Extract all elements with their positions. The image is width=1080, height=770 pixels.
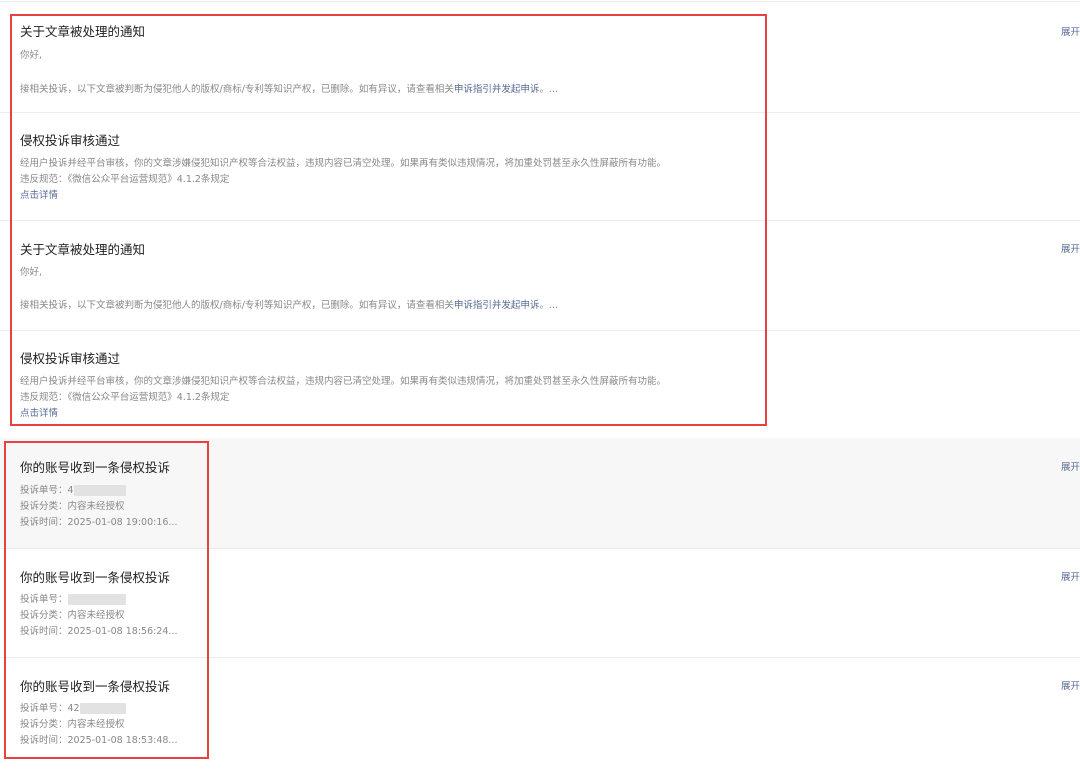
notice-body: 经用户投诉并经平台审核，你的文章涉嫌侵犯知识产权等合法权益，违规内容已清空处理。… (20, 376, 667, 387)
complaint-category-label: 投诉分类： (20, 719, 68, 730)
complaint-time: 投诉时间：2025-01-08 19:00:16... (20, 514, 177, 528)
redacted-block (73, 485, 126, 496)
complaint-number-label: 投诉单号： (20, 594, 68, 605)
complaint-title: 你的账号收到一条侵权投诉 (20, 570, 171, 585)
complaint-time-value: 2025-01-08 18:53:48... (67, 735, 178, 746)
redacted-block (67, 594, 126, 605)
details-link[interactable]: 点击详情 (20, 405, 58, 419)
complaint-title: 你的账号收到一条侵权投诉 (20, 460, 171, 475)
complaint-category: 投诉分类：内容未经授权 (20, 716, 125, 730)
complaint-category-value: 内容未经授权 (67, 610, 125, 621)
notice-body: 接相关投诉，以下文章被判断为侵犯他人的版权/商标/专利等知识产权，已删除。如有异… (20, 297, 558, 311)
notice-body-ellipsis: 。... (539, 84, 558, 95)
notice-body: 接相关投诉，以下文章被判断为侵犯他人的版权/商标/专利等知识产权，已删除。如有异… (20, 81, 558, 95)
complaint-title: 你的账号收到一条侵权投诉 (20, 679, 171, 694)
redacted-block (79, 703, 126, 714)
complaint-number-label: 投诉单号： (20, 485, 68, 496)
notice-greeting: 你好, (20, 50, 43, 61)
expand-button[interactable]: 展开 (1061, 241, 1080, 255)
complaint-item-1[interactable]: 你的账号收到一条侵权投诉 投诉单号：4 投诉分类：内容未经授权 投诉时间：202… (0, 438, 1080, 548)
complaint-category-value: 内容未经授权 (67, 719, 125, 730)
complaint-time: 投诉时间：2025-01-08 18:53:48... (20, 732, 177, 746)
complaint-number: 投诉单号：42 (20, 700, 126, 714)
complaint-time: 投诉时间：2025-01-08 18:56:24... (20, 623, 177, 637)
complaint-category-label: 投诉分类： (20, 501, 68, 512)
notice-title: 侵权投诉审核通过 (20, 351, 121, 366)
complaint-time-label: 投诉时间： (20, 517, 68, 528)
notice-body: 经用户投诉并经平台审核，你的文章涉嫌侵犯知识产权等合法权益，违规内容已清空处理。… (20, 158, 667, 169)
complaint-time-label: 投诉时间： (20, 735, 68, 746)
notice-title: 关于文章被处理的通知 (20, 242, 146, 257)
complaint-time-value: 2025-01-08 19:00:16... (67, 517, 178, 528)
appeal-guide-link[interactable]: 申诉指引并发起申诉 (454, 84, 540, 95)
expand-button[interactable]: 展开 (1061, 459, 1080, 473)
notice-item-4[interactable]: 侵权投诉审核通过 经用户投诉并经平台审核，你的文章涉嫌侵犯知识产权等合法权益，违… (0, 331, 1080, 437)
notice-title: 侵权投诉审核通过 (20, 133, 121, 148)
expand-button[interactable]: 展开 (1061, 569, 1080, 583)
expand-button[interactable]: 展开 (1061, 24, 1080, 38)
notice-rule: 违反规范：《微信公众平台运营规范》4.1.2条规定 (20, 392, 230, 403)
notice-title: 关于文章被处理的通知 (20, 24, 146, 39)
notice-body-text: 接相关投诉，以下文章被判断为侵犯他人的版权/商标/专利等知识产权，已删除。如有异… (20, 84, 454, 95)
notice-item-2[interactable]: 侵权投诉审核通过 经用户投诉并经平台审核，你的文章涉嫌侵犯知识产权等合法权益，违… (0, 113, 1080, 220)
expand-button[interactable]: 展开 (1061, 678, 1080, 692)
complaint-category-value: 内容未经授权 (67, 501, 125, 512)
notice-item-3[interactable]: 关于文章被处理的通知 你好, 接相关投诉，以下文章被判断为侵犯他人的版权/商标/… (0, 221, 1080, 330)
appeal-guide-link[interactable]: 申诉指引并发起申诉 (454, 300, 540, 311)
notice-greeting: 你好, (20, 267, 43, 278)
complaint-number-value: 42 (67, 703, 80, 714)
complaint-item-2[interactable]: 你的账号收到一条侵权投诉 投诉单号： 投诉分类：内容未经授权 投诉时间：2025… (0, 549, 1080, 657)
complaint-number-label: 投诉单号： (20, 703, 68, 714)
complaint-number: 投诉单号： (20, 591, 126, 605)
notice-item-1[interactable]: 关于文章被处理的通知 你好, 接相关投诉，以下文章被判断为侵犯他人的版权/商标/… (0, 2, 1080, 112)
complaint-time-label: 投诉时间： (20, 626, 68, 637)
details-link[interactable]: 点击详情 (20, 187, 58, 201)
complaint-item-3[interactable]: 你的账号收到一条侵权投诉 投诉单号：42 投诉分类：内容未经授权 投诉时间：20… (0, 658, 1080, 768)
notice-rule: 违反规范：《微信公众平台运营规范》4.1.2条规定 (20, 174, 230, 185)
notice-body-ellipsis: 。... (539, 300, 558, 311)
complaint-category: 投诉分类：内容未经授权 (20, 498, 125, 512)
complaint-number: 投诉单号：4 (20, 482, 126, 496)
complaint-number-value: 4 (67, 485, 74, 496)
complaint-category: 投诉分类：内容未经授权 (20, 607, 125, 621)
complaint-time-value: 2025-01-08 18:56:24... (67, 626, 178, 637)
notice-body-text: 接相关投诉，以下文章被判断为侵犯他人的版权/商标/专利等知识产权，已删除。如有异… (20, 300, 454, 311)
complaint-category-label: 投诉分类： (20, 610, 68, 621)
